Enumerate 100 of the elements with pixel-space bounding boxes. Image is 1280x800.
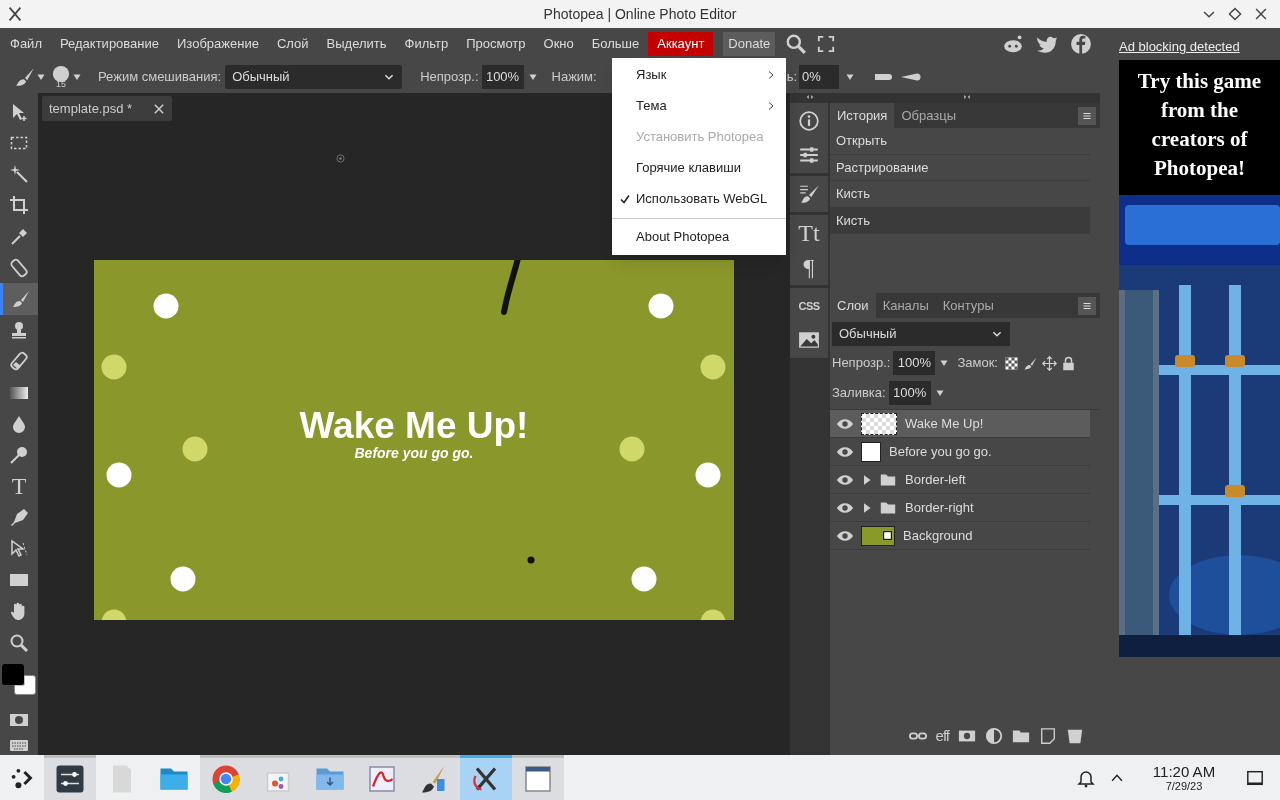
panel-tab[interactable]: Каналы [875, 293, 936, 318]
brush-settings-icon [798, 183, 820, 205]
panel-menu-button[interactable] [1078, 106, 1096, 125]
taskbar-app[interactable] [512, 755, 564, 800]
path-select-arrow-icon [9, 538, 29, 559]
tool-button[interactable] [0, 283, 38, 315]
expand-arrows-icon [805, 93, 815, 101]
x-logo-icon [6, 5, 24, 23]
taskbar-app[interactable] [460, 755, 512, 800]
menu-item[interactable]: Выделить [317, 32, 396, 56]
layer-thumbnail [861, 412, 897, 435]
brush-tip-circle-icon [52, 65, 70, 83]
caret-icon [939, 358, 950, 368]
eraser-icon [9, 351, 29, 372]
donate-button[interactable]: Donate [723, 32, 776, 56]
ad-headline: Try this game from the creators of Photopea! [1136, 68, 1263, 182]
sliders-icon [55, 764, 85, 794]
tool-button[interactable]: T [0, 470, 38, 503]
clock-time[interactable]: 11:20 AM [1152, 762, 1216, 780]
ad-banner[interactable]: Try this game from the creators of Photopea! [1119, 60, 1280, 657]
magic-wand-icon [9, 164, 29, 185]
pen-nib-icon [9, 507, 29, 528]
checkmark-icon [620, 193, 630, 204]
layer-row[interactable]: Border-right [830, 494, 1090, 522]
stamp-icon [9, 320, 29, 341]
layer-opacity-field[interactable]: 100% [893, 351, 936, 375]
panel-button[interactable]: Tt [791, 218, 827, 248]
maximize-diamond-icon [1228, 7, 1242, 21]
brush-size: 15 [56, 80, 66, 88]
smoothing-label: ь: [786, 67, 798, 86]
lock-icon [1060, 355, 1076, 371]
menu-item[interactable]: Больше [582, 32, 649, 56]
history-item[interactable]: Кисть [830, 181, 1090, 208]
close-icon [153, 102, 165, 115]
layer-row[interactable]: Before you go go. [830, 438, 1090, 466]
panel-button[interactable]: ¶ [791, 252, 827, 282]
panel-glyph: CSS [798, 298, 820, 314]
document-tab[interactable]: template.psd * [42, 96, 172, 121]
dropdown-item[interactable]: About Photopea [612, 218, 786, 254]
pressure-label: Нажим: [551, 67, 597, 86]
foreground-color-swatch[interactable] [2, 664, 24, 686]
history-item[interactable]: Открыть [830, 128, 1090, 155]
layer-name: Background [903, 526, 973, 545]
panel-tab[interactable]: Контуры [935, 293, 1001, 318]
layer-blend-select[interactable]: Обычный [832, 322, 1010, 346]
background-color-swatch[interactable] [14, 675, 36, 696]
panel-tab[interactable]: Образцы [894, 103, 964, 128]
close-icon [1254, 7, 1268, 21]
blend-mode-select[interactable]: Обычный [225, 64, 403, 89]
ad-blocking-link[interactable]: Ad blocking detected [1119, 36, 1240, 56]
curve-document-icon [367, 764, 397, 794]
layer-name: Border-left [905, 470, 966, 489]
zoom-icon [9, 632, 29, 653]
menu-item[interactable]: Слой [267, 32, 318, 56]
pressure-size-icon [875, 72, 894, 81]
history-item[interactable]: Кисть [830, 207, 1090, 234]
layer-row[interactable]: Wake Me Up! [830, 410, 1090, 438]
dropdown-item[interactable]: Язык [612, 59, 786, 90]
layer-row[interactable]: Border-left [830, 466, 1090, 494]
menu-item[interactable]: Изображение [168, 32, 268, 56]
effects-label[interactable]: eff [935, 724, 949, 748]
history-item[interactable]: Растрирование [830, 154, 1090, 181]
taskbar-app[interactable] [44, 755, 96, 800]
taskbar-app[interactable] [408, 755, 460, 800]
collapse-arrows-icon [962, 93, 972, 101]
menu-item[interactable]: Редактирование [50, 32, 168, 56]
dropdown-item[interactable]: Горячие клавиши [612, 152, 786, 183]
menu-item[interactable]: Аккаунт [648, 32, 714, 56]
move-arrows-icon [1041, 355, 1057, 371]
blend-mode-label: Режим смешивания: [98, 67, 222, 86]
dropdown-item[interactable]: Тема [612, 90, 786, 121]
menu-item[interactable]: Фильтр [395, 32, 458, 56]
submenu-chevron-icon [766, 100, 776, 111]
fullscreen-icon [817, 35, 836, 53]
opacity-field[interactable]: 100% [481, 64, 524, 89]
dropdown-item[interactable]: Использовать WebGL [612, 183, 786, 214]
layer-name: Border-right [905, 498, 974, 517]
alien-head-icon [1002, 33, 1024, 55]
half-circle-icon [985, 727, 1003, 745]
expand-triangle-icon [861, 473, 873, 486]
trash-icon [1066, 727, 1084, 745]
panel-menu-button[interactable] [1078, 296, 1096, 315]
menu-item[interactable]: Просмотр [457, 32, 535, 56]
window-title: Photopea | Online Photo Editor [542, 4, 738, 24]
bounds-icon [882, 530, 893, 541]
crosshair-icon [336, 154, 345, 163]
menu-item[interactable]: Файл [1, 32, 51, 56]
panel-tab[interactable]: История [830, 103, 895, 128]
caret-icon [934, 388, 945, 398]
new-page-icon [1039, 727, 1057, 745]
panel-tab[interactable]: Слои [830, 293, 876, 318]
layer-row[interactable]: Background [830, 522, 1090, 550]
menu-icon [1082, 110, 1092, 121]
panel-glyph: ¶ [803, 254, 815, 280]
menu-icon [1082, 300, 1092, 311]
canvas-title: Wake Me Up! [299, 406, 529, 446]
f-circle-icon [1070, 33, 1092, 55]
smoothing-field[interactable]: 0% [799, 64, 840, 89]
menu-item[interactable]: Окно [534, 32, 583, 56]
fill-field[interactable]: 100% [888, 381, 931, 405]
